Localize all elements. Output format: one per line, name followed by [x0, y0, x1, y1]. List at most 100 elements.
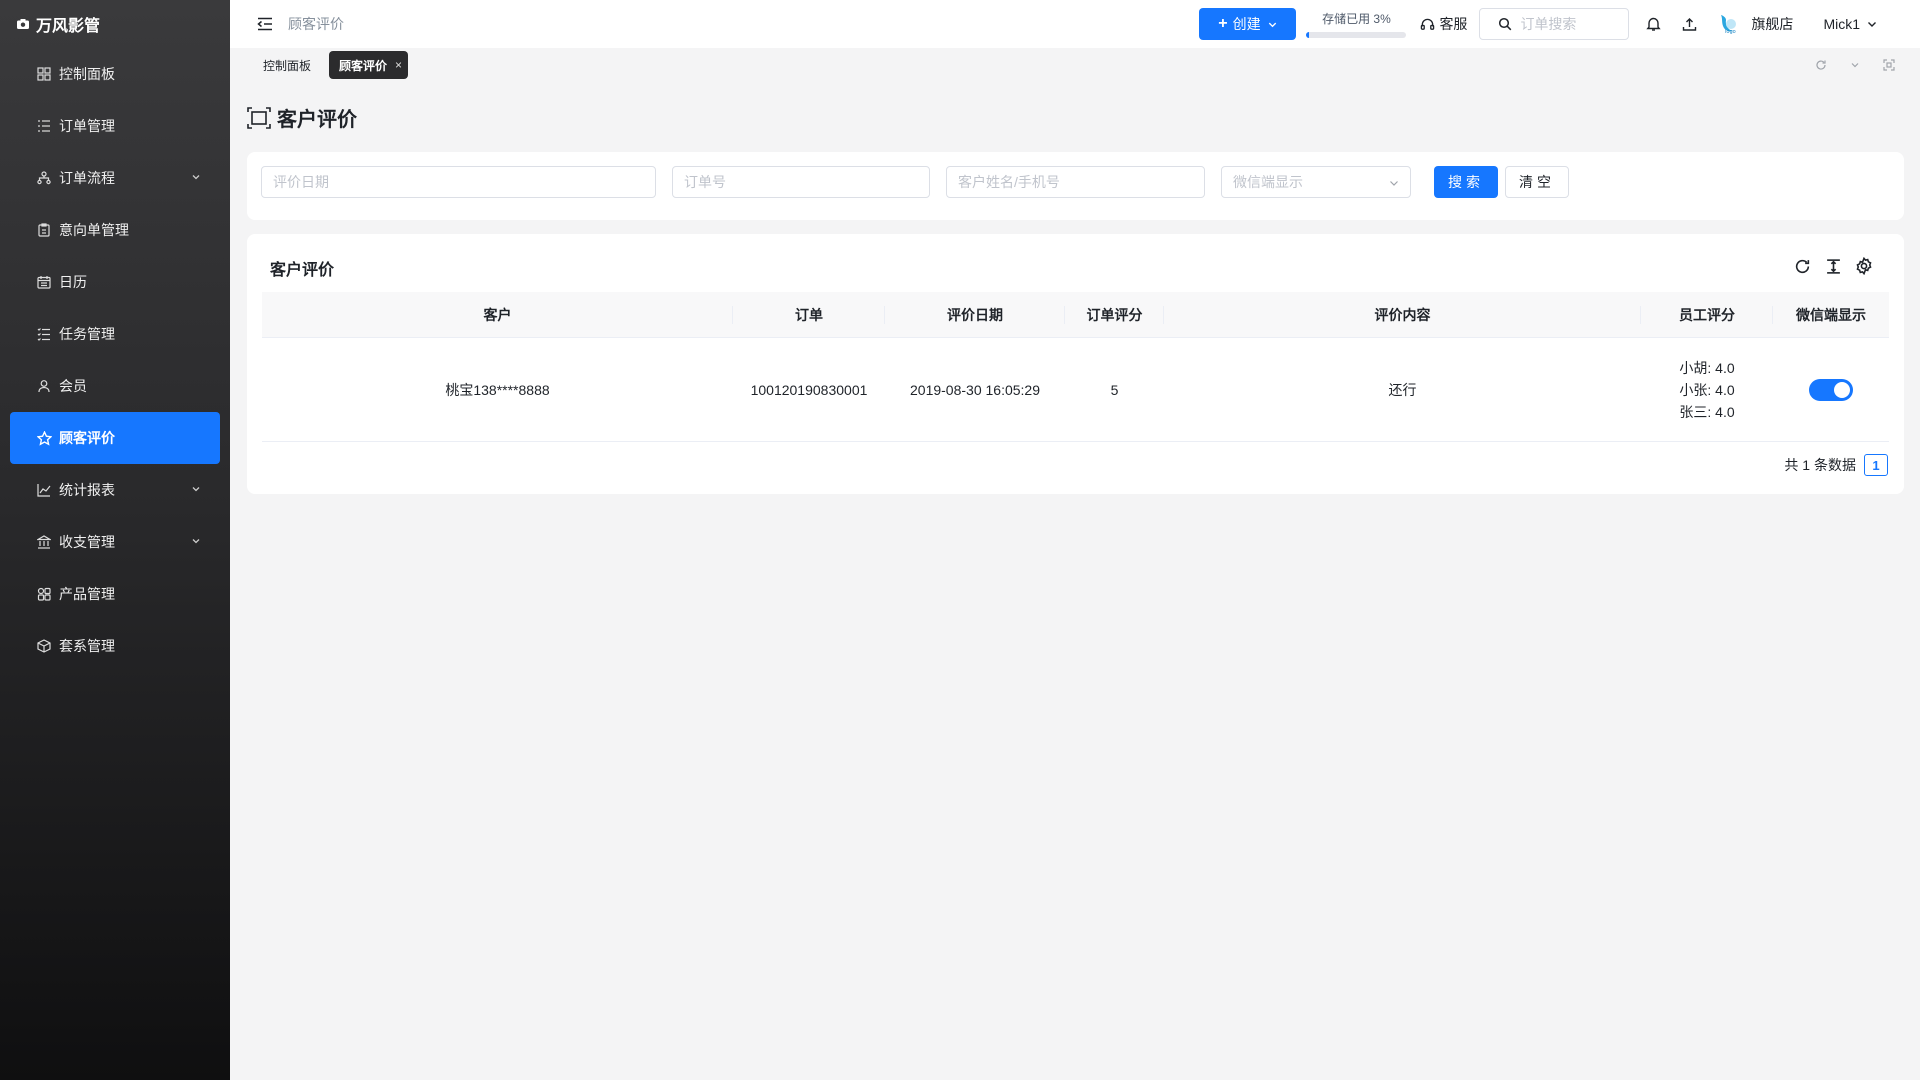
chevron-down-icon	[1868, 22, 1876, 27]
header-actions: + 创建 存储已用 3% 客服 logo 旗舰店 Mick1	[1199, 0, 1878, 48]
customer-service-button[interactable]: 客服	[1420, 14, 1467, 34]
chevron-down-icon	[1390, 181, 1398, 186]
column-header: 订单	[733, 292, 885, 338]
menu-fold-icon[interactable]	[256, 15, 274, 33]
refresh-icon[interactable]	[1792, 256, 1812, 276]
sidebar-item-tasks[interactable]: 任务管理	[10, 308, 220, 360]
flow-icon	[36, 170, 52, 186]
sidebar-item-label: 订单管理	[59, 118, 115, 134]
refresh-icon[interactable]	[1815, 59, 1827, 71]
camera-icon	[16, 17, 30, 31]
sidebar-item-label: 控制面板	[59, 66, 115, 82]
top-header: 顾客评价 + 创建 存储已用 3% 客服 logo 旗舰店 Mick1	[230, 0, 1920, 48]
page-title: 客户评价	[247, 103, 357, 132]
package-icon	[36, 638, 52, 654]
chevron-down-icon[interactable]	[1849, 59, 1861, 71]
brand: 万风影管	[0, 0, 230, 48]
tab-reviews[interactable]: 顾客评价 ×	[329, 51, 409, 79]
order-number-input[interactable]	[684, 174, 929, 190]
sidebar-item-dashboard[interactable]: 控制面板	[10, 48, 220, 100]
column-header: 评价内容	[1164, 292, 1641, 338]
tab-dashboard[interactable]: 控制面板	[255, 51, 319, 79]
customer-field[interactable]	[946, 166, 1205, 198]
order-number-field[interactable]	[672, 166, 930, 198]
screen-frame-icon	[247, 106, 271, 129]
column-header: 微信端显示	[1796, 307, 1866, 323]
user-name: Mick1	[1823, 16, 1860, 32]
cell-wechat-display	[1773, 338, 1889, 442]
review-date-field[interactable]	[261, 166, 656, 198]
sidebar-item-finance[interactable]: 收支管理	[10, 516, 220, 568]
bell-icon[interactable]	[1645, 16, 1661, 32]
sidebar-item-label: 订单流程	[59, 170, 115, 186]
customer-input[interactable]	[958, 174, 1204, 190]
column-header: 客户	[262, 292, 733, 338]
order-search-input[interactable]	[1520, 16, 1621, 32]
storage-label: 存储已用 3%	[1322, 12, 1391, 26]
column-height-icon[interactable]	[1823, 256, 1843, 276]
sidebar-item-label: 套系管理	[59, 638, 115, 654]
sidebar-item-calendar[interactable]: 日历	[10, 256, 220, 308]
chevron-down-icon	[192, 487, 200, 492]
user-menu[interactable]: Mick1	[1823, 16, 1878, 32]
sidebar-item-intent-orders[interactable]: 意向单管理	[10, 204, 220, 256]
sidebar-item-products[interactable]: 产品管理	[10, 568, 220, 620]
wechat-display-input[interactable]	[1233, 174, 1410, 190]
tab-label: 顾客评价	[339, 58, 388, 73]
filter-card: 搜索 清空	[247, 152, 1904, 220]
upload-icon[interactable]	[1681, 16, 1697, 32]
sidebar-item-label: 任务管理	[59, 326, 115, 342]
sidebar-item-reports[interactable]: 统计报表	[10, 464, 220, 516]
list-icon	[36, 118, 52, 134]
staff-score: 小胡: 4.0	[1679, 360, 1735, 376]
storage-progress-bar	[1306, 32, 1407, 38]
tabs-bar: 控制面板 顾客评价 ×	[230, 48, 1920, 82]
chevron-down-icon	[192, 539, 200, 544]
clear-button[interactable]: 清空	[1505, 166, 1569, 198]
column-header: 评价日期	[885, 292, 1065, 338]
sidebar-item-members[interactable]: 会员	[10, 360, 220, 412]
sidebar-item-orders[interactable]: 订单管理	[10, 100, 220, 152]
svg-text:logo: logo	[1725, 29, 1736, 35]
column-header: 订单评分	[1065, 292, 1164, 338]
sidebar-item-label: 日历	[59, 274, 87, 290]
service-label: 客服	[1439, 16, 1468, 32]
table-title: 客户评价	[270, 262, 335, 279]
sidebar-item-label: 统计报表	[59, 482, 115, 498]
products-icon	[36, 586, 52, 602]
pagination: 共 1 条数据 1	[1784, 454, 1888, 476]
sidebar-item-label: 会员	[59, 378, 87, 394]
sidebar-item-label: 意向单管理	[59, 222, 129, 238]
storage-progress-fill	[1306, 32, 1310, 38]
table-toolbar	[1781, 256, 1874, 276]
page-1-button[interactable]: 1	[1864, 454, 1888, 476]
staff-score: 小张: 4.0	[1679, 382, 1735, 398]
cell-order: 100120190830001	[750, 382, 868, 398]
cell-score: 5	[1110, 382, 1119, 398]
search-button[interactable]: 搜索	[1434, 166, 1498, 198]
table-row[interactable]: 桃宝138****8888 100120190830001 2019-08-30…	[262, 338, 1889, 442]
review-date-input[interactable]	[273, 174, 655, 190]
staff-score: 张三: 4.0	[1679, 404, 1735, 420]
sidebar-item-order-flow[interactable]: 订单流程	[10, 152, 220, 204]
plus-icon: +	[1218, 15, 1228, 32]
headset-icon	[1421, 18, 1435, 30]
close-icon[interactable]: ×	[395, 58, 402, 72]
cell-date: 2019-08-30 16:05:29	[910, 382, 1040, 398]
settings-gear-icon[interactable]	[1854, 256, 1874, 276]
sidebar-item-reviews[interactable]: 顾客评价	[10, 412, 220, 464]
store-label: 旗舰店	[1751, 16, 1794, 32]
store-switcher[interactable]: logo 旗舰店	[1717, 12, 1793, 36]
sidebar-item-label: 产品管理	[59, 586, 115, 602]
task-list-icon	[36, 326, 52, 342]
wechat-display-toggle[interactable]	[1809, 379, 1853, 401]
fullscreen-icon[interactable]	[1883, 59, 1895, 71]
create-button[interactable]: + 创建	[1199, 8, 1297, 40]
chevron-down-icon	[1268, 22, 1276, 27]
order-search[interactable]	[1479, 8, 1630, 40]
create-label: 创建	[1232, 16, 1261, 32]
wechat-display-select[interactable]	[1221, 166, 1411, 198]
sidebar-item-packages[interactable]: 套系管理	[10, 620, 220, 672]
clipboard-icon	[36, 222, 52, 238]
user-icon	[36, 378, 52, 394]
